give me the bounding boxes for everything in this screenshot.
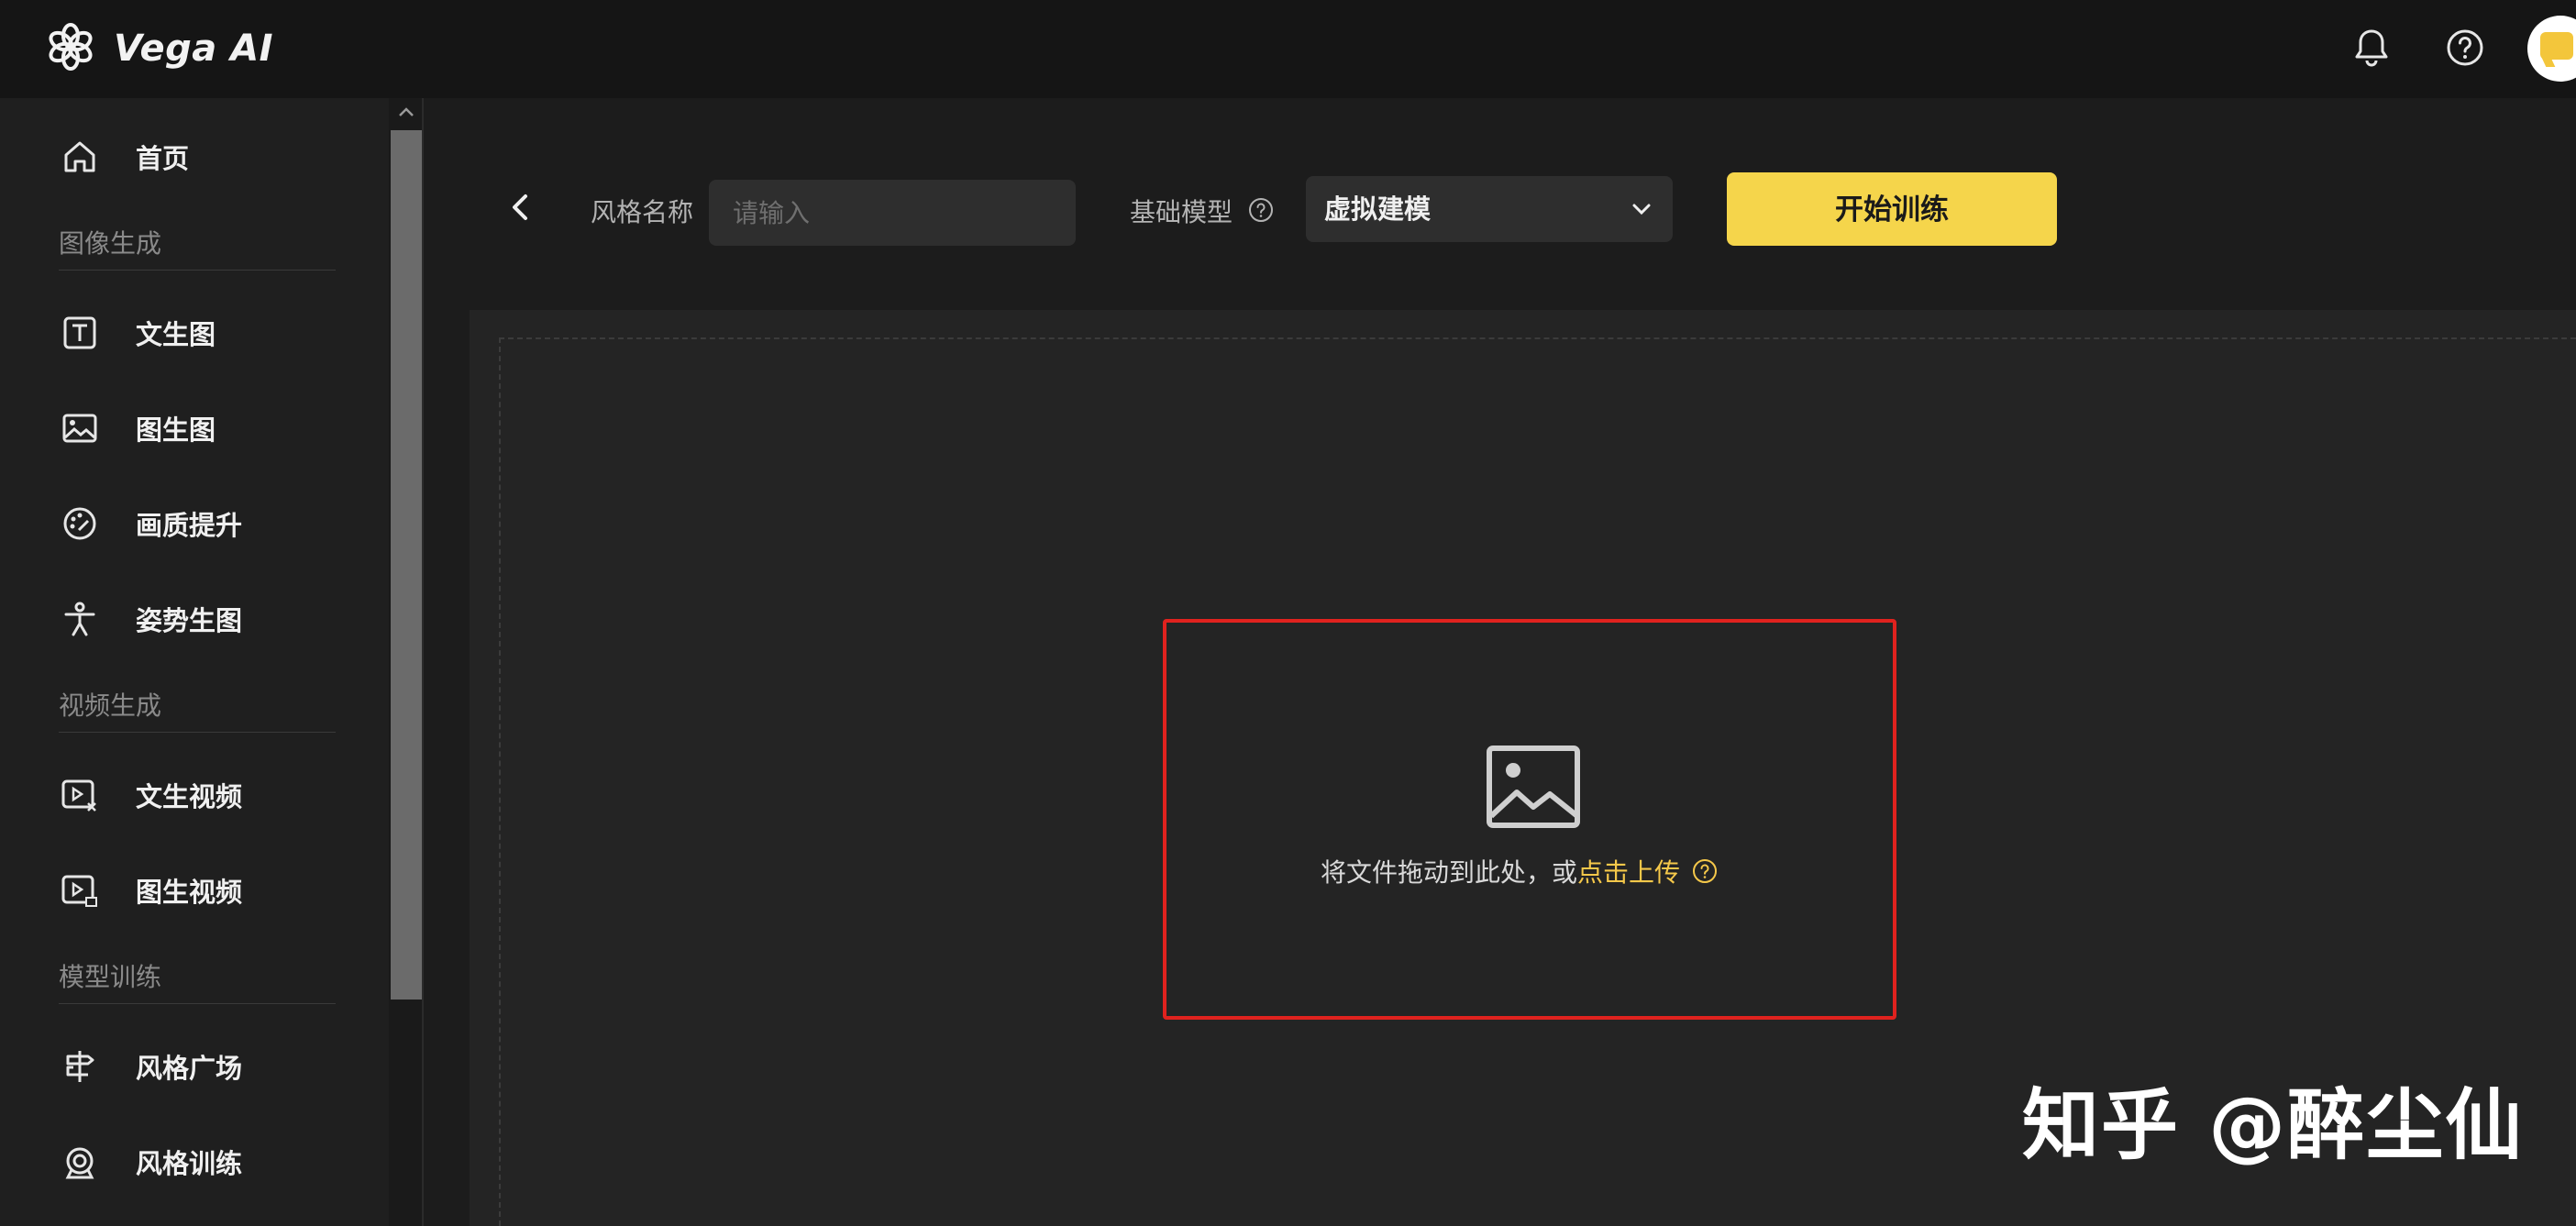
sidebar-item-label: 文生图 bbox=[136, 319, 216, 350]
palette-icon bbox=[63, 507, 96, 540]
avatar-image bbox=[2540, 32, 2573, 60]
back-arrow-icon[interactable] bbox=[503, 189, 539, 226]
base-model-label: 基础模型 bbox=[1130, 197, 1233, 227]
logo-icon bbox=[49, 23, 93, 71]
divider bbox=[59, 270, 336, 271]
sidebar-scrollbar-thumb[interactable] bbox=[391, 130, 422, 1000]
start-training-button[interactable]: 开始训练 bbox=[1727, 172, 2057, 246]
sidebar-item-label: 文生视频 bbox=[136, 781, 243, 812]
upload-link[interactable]: 点击上传 bbox=[1577, 853, 1680, 889]
watermark: 知乎 @醉尘仙 bbox=[2022, 1080, 2525, 1170]
divider bbox=[59, 1003, 336, 1004]
sidebar-item-label: 画质提升 bbox=[136, 510, 243, 541]
section-title-training: 模型训练 bbox=[59, 962, 162, 992]
avatar[interactable] bbox=[2527, 16, 2576, 82]
help-icon[interactable] bbox=[1691, 857, 1719, 885]
sidebar-item-image-to-video[interactable]: 图生视频 bbox=[61, 863, 363, 918]
signpost-icon bbox=[66, 1051, 94, 1082]
style-name-label: 风格名称 bbox=[591, 197, 694, 227]
bell-icon[interactable] bbox=[2349, 26, 2394, 70]
sidebar-item-image-to-image[interactable]: 图生图 bbox=[61, 401, 363, 456]
sidebar-item-label: 风格训练 bbox=[136, 1148, 243, 1179]
section-title-image: 图像生成 bbox=[59, 228, 162, 259]
top-bar: Vega AI bbox=[0, 0, 2576, 98]
text-icon bbox=[63, 316, 96, 349]
sidebar-item-text-to-image[interactable]: 文生图 bbox=[61, 305, 363, 360]
divider bbox=[59, 732, 336, 733]
upload-hint-text: 将文件拖动到此处，或 bbox=[1321, 857, 1578, 888]
section-title-video: 视频生成 bbox=[59, 690, 162, 721]
sidebar-item-pose-to-image[interactable]: 姿势生图 bbox=[61, 591, 363, 646]
video-text-icon bbox=[61, 779, 96, 812]
chevron-down-icon bbox=[1632, 204, 1651, 215]
base-model-select[interactable]: 虚拟建模 bbox=[1306, 176, 1673, 242]
image-upload-icon[interactable] bbox=[1486, 745, 1581, 829]
sidebar-item-label: 姿势生图 bbox=[136, 605, 243, 636]
sidebar-item-upscale[interactable]: 画质提升 bbox=[61, 496, 363, 551]
sidebar-item-style-training[interactable]: 风格训练 bbox=[61, 1134, 363, 1189]
sidebar-item-label: 图生图 bbox=[136, 414, 216, 446]
home-icon bbox=[64, 141, 95, 172]
image-icon bbox=[62, 414, 97, 443]
sidebar-item-label: 风格广场 bbox=[136, 1053, 243, 1084]
base-model-value: 虚拟建模 bbox=[1324, 193, 1432, 225]
video-image-icon bbox=[61, 875, 97, 907]
sidebar-item-label: 首页 bbox=[136, 143, 190, 174]
help-icon[interactable] bbox=[1247, 196, 1275, 224]
style-name-input[interactable] bbox=[709, 180, 1076, 246]
sidebar-item-text-to-video[interactable]: 文生视频 bbox=[61, 768, 363, 823]
app-name: Vega AI bbox=[114, 28, 274, 70]
help-icon[interactable] bbox=[2443, 26, 2487, 70]
upload-instruction: 将文件拖动到此处，或 点击上传 bbox=[1321, 851, 1742, 891]
sidebar-item-style-plaza[interactable]: 风格广场 bbox=[61, 1039, 363, 1094]
target-icon bbox=[65, 1147, 94, 1179]
sidebar-item-home[interactable]: 首页 bbox=[61, 129, 363, 184]
scroll-up-icon[interactable] bbox=[394, 101, 418, 125]
sidebar-item-label: 图生视频 bbox=[136, 877, 243, 908]
pose-icon bbox=[64, 602, 95, 636]
